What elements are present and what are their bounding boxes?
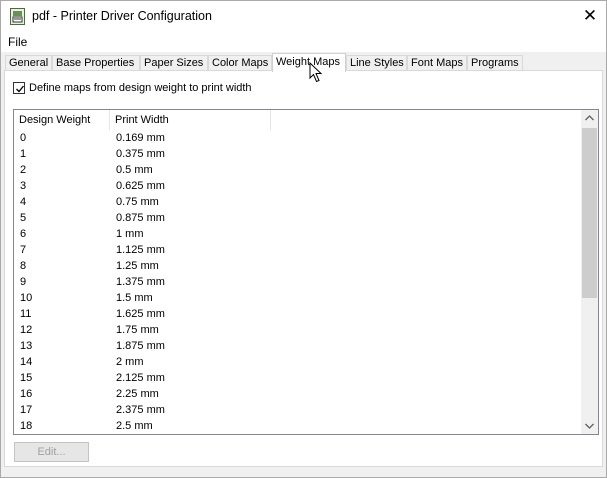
vertical-scrollbar[interactable] xyxy=(581,110,598,434)
list-header: Design Weight Print Width xyxy=(14,110,580,131)
tab-color-maps[interactable]: Color Maps xyxy=(208,55,272,70)
print-width-cell: 0.875 mm xyxy=(116,212,165,224)
scroll-down-icon[interactable] xyxy=(581,417,598,434)
print-width-cell: 1.625 mm xyxy=(116,308,165,320)
table-row[interactable]: 13 1.875 mm xyxy=(14,338,580,354)
table-row[interactable]: 15 2.125 mm xyxy=(14,370,580,386)
design-weight-cell: 16 xyxy=(20,388,33,400)
design-weight-cell: 13 xyxy=(20,340,33,352)
design-weight-cell: 14 xyxy=(20,356,33,368)
weight-map-list[interactable]: Design Weight Print Width 0 0.169 mm 1 0.37… xyxy=(13,109,599,435)
tab-general[interactable]: General xyxy=(5,55,52,70)
print-width-cell: 1.875 mm xyxy=(116,340,165,352)
table-row[interactable]: 2 0.5 mm xyxy=(14,162,580,178)
tab-base-properties[interactable]: Base Properties xyxy=(52,55,140,70)
design-weight-cell: 11 xyxy=(20,308,32,320)
print-width-cell: 0.625 mm xyxy=(116,180,165,192)
table-row[interactable]: 17 2.375 mm xyxy=(14,402,580,418)
table-row[interactable]: 4 0.75 mm xyxy=(14,194,580,210)
print-width-cell: 1.125 mm xyxy=(116,244,165,256)
define-maps-label: Define maps from design weight to print … xyxy=(29,82,252,94)
print-width-cell: 1 mm xyxy=(116,228,144,240)
print-width-cell: 2 mm xyxy=(116,356,144,368)
list-rows: 0 0.169 mm 1 0.375 mm 2 0.5 mm 3 0.625 mm 4 0.75 … xyxy=(14,130,580,434)
print-width-cell: 0.5 mm xyxy=(116,164,153,176)
design-weight-cell: 5 xyxy=(20,212,27,224)
edit-button[interactable]: Edit... xyxy=(14,442,89,462)
design-weight-cell: 6 xyxy=(20,228,27,240)
define-maps-checkbox[interactable] xyxy=(13,82,25,94)
print-width-cell: 1.375 mm xyxy=(116,276,165,288)
table-row[interactable]: 0 0.169 mm xyxy=(14,130,580,146)
mouse-pointer-icon xyxy=(309,61,325,84)
print-width-cell: 1.5 mm xyxy=(116,292,153,304)
scroll-up-icon[interactable] xyxy=(581,110,598,127)
print-width-cell: 0.75 mm xyxy=(116,196,159,208)
column-header-design-weight[interactable]: Design Weight xyxy=(14,110,110,130)
table-row[interactable]: 18 2.5 mm xyxy=(14,418,580,434)
print-width-cell: 2.25 mm xyxy=(116,388,159,400)
menu-file[interactable]: File xyxy=(8,35,27,49)
design-weight-cell: 7 xyxy=(20,244,27,256)
design-weight-cell: 10 xyxy=(20,292,33,304)
scroll-thumb[interactable] xyxy=(582,128,597,298)
design-weight-cell: 9 xyxy=(20,276,27,288)
printer-icon xyxy=(10,8,25,25)
print-width-cell: 1.75 mm xyxy=(116,324,159,336)
table-row[interactable]: 12 1.75 mm xyxy=(14,322,580,338)
checkmark-icon xyxy=(16,85,25,93)
table-row[interactable]: 3 0.625 mm xyxy=(14,178,580,194)
table-row[interactable]: 7 1.125 mm xyxy=(14,242,580,258)
close-icon[interactable]: ✕ xyxy=(574,1,606,32)
design-weight-cell: 18 xyxy=(20,420,33,432)
design-weight-cell: 3 xyxy=(20,180,27,192)
tab-programs[interactable]: Programs xyxy=(467,55,523,70)
print-width-cell: 2.5 mm xyxy=(116,420,153,432)
design-weight-cell: 0 xyxy=(20,132,27,144)
table-row[interactable]: 6 1 mm xyxy=(14,226,580,242)
printer-driver-config-window: pdf - Printer Driver Configuration ✕ Fil… xyxy=(0,0,607,478)
table-row[interactable]: 16 2.25 mm xyxy=(14,386,580,402)
print-width-cell: 0.375 mm xyxy=(116,148,165,160)
design-weight-cell: 17 xyxy=(20,404,33,416)
design-weight-cell: 12 xyxy=(20,324,33,336)
design-weight-cell: 4 xyxy=(20,196,27,208)
table-row[interactable]: 5 0.875 mm xyxy=(14,210,580,226)
tab-font-maps[interactable]: Font Maps xyxy=(407,55,467,70)
menu-bar: File xyxy=(1,32,606,52)
print-width-cell: 2.125 mm xyxy=(116,372,165,384)
table-row[interactable]: 10 1.5 mm xyxy=(14,290,580,306)
print-width-cell: 0.169 mm xyxy=(116,132,165,144)
table-row[interactable]: 8 1.25 mm xyxy=(14,258,580,274)
design-weight-cell: 1 xyxy=(20,148,27,160)
table-row[interactable]: 14 2 mm xyxy=(14,354,580,370)
design-weight-cell: 15 xyxy=(20,372,33,384)
tab-line-styles[interactable]: Line Styles xyxy=(346,55,407,70)
table-row[interactable]: 11 1.625 mm xyxy=(14,306,580,322)
design-weight-cell: 8 xyxy=(20,260,27,272)
print-width-cell: 1.25 mm xyxy=(116,260,159,272)
column-header-print-width[interactable]: Print Width xyxy=(110,110,271,130)
design-weight-cell: 2 xyxy=(20,164,27,176)
table-row[interactable]: 1 0.375 mm xyxy=(14,146,580,162)
window-title: pdf - Printer Driver Configuration xyxy=(32,9,212,23)
title-bar: pdf - Printer Driver Configuration ✕ xyxy=(1,1,606,32)
print-width-cell: 2.375 mm xyxy=(116,404,165,416)
table-row[interactable]: 9 1.375 mm xyxy=(14,274,580,290)
tab-paper-sizes[interactable]: Paper Sizes xyxy=(140,55,208,70)
